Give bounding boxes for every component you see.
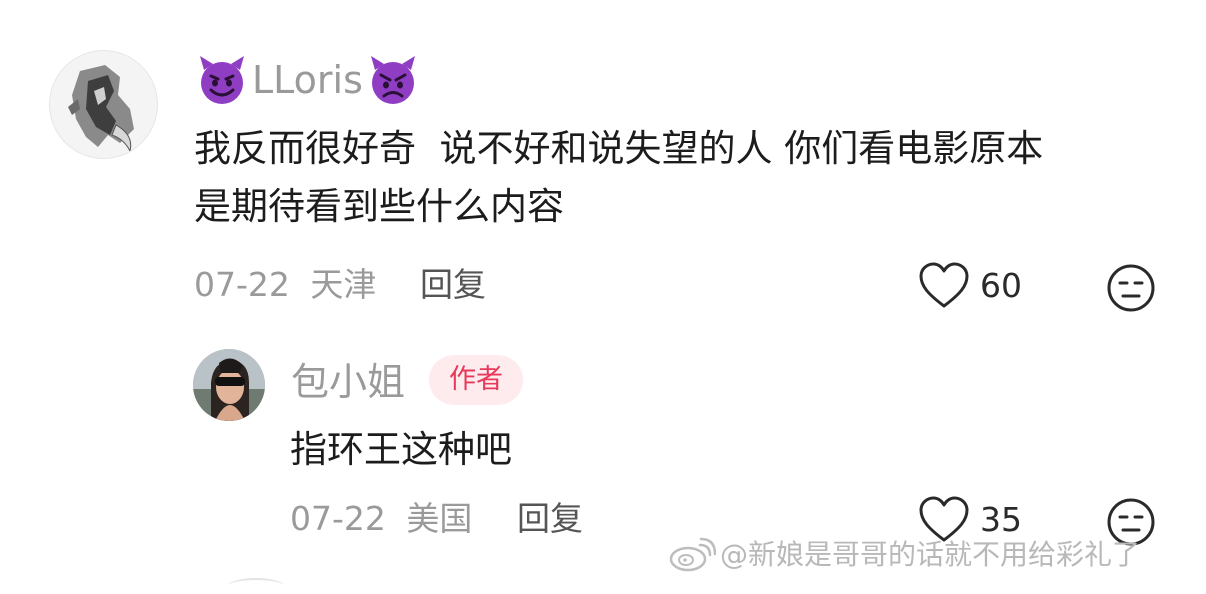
- next-comment-avatar-edge: [228, 578, 284, 594]
- comment-reply-button[interactable]: 回复: [420, 265, 486, 305]
- reply-reply-button[interactable]: 回复: [517, 499, 583, 539]
- comment-text-line-1: 我反而很好奇 说不好和说失望的人 你们看电影原本: [194, 127, 1044, 170]
- smiling-devil-emoji: [200, 56, 244, 104]
- reply-like-count: 35: [980, 500, 1022, 539]
- weibo-logo-icon: [669, 537, 716, 572]
- watermark-text: @新娘是哥哥的话就不用给彩礼了: [720, 538, 1141, 571]
- reply-author-avatar[interactable]: [193, 349, 265, 421]
- watermark: @新娘是哥哥的话就不用给彩礼了: [668, 537, 1140, 573]
- comment-location: 天津: [310, 265, 377, 304]
- comment-date: 07-22: [194, 265, 290, 304]
- commenter-avatar[interactable]: [49, 50, 158, 159]
- reply-username-row[interactable]: 包小姐: [291, 357, 405, 407]
- comment-like-button[interactable]: 60: [918, 262, 1022, 310]
- comment-text-line-2: 是期待看到些什么内容: [194, 185, 564, 228]
- comment-meta: 07-22 天津: [194, 265, 376, 305]
- reply-meta: 07-22 美国: [290, 499, 472, 539]
- commenter-username-row[interactable]: LLoris: [196, 54, 419, 106]
- reply-text: 指环王这种吧: [290, 428, 512, 471]
- reply-username-text: 包小姐: [291, 360, 406, 404]
- reply-date: 07-22: [290, 499, 386, 538]
- reply-location: 美国: [406, 499, 473, 538]
- avatar-photo: [193, 349, 265, 421]
- meh-face-icon: [1107, 264, 1155, 312]
- comment-like-count: 60: [980, 266, 1022, 305]
- commenter-username-text: LLoris: [252, 58, 363, 102]
- heart-outline-icon: [919, 262, 969, 308]
- avatar-illustration: [68, 65, 134, 153]
- comment-dislike-button[interactable]: [1106, 263, 1156, 317]
- comment-text: 我反而很好奇 说不好和说失望的人 你们看电影原本 是期待看到些什么内容: [194, 120, 1174, 236]
- angry-devil-emoji: [370, 56, 415, 104]
- author-badge: 作者: [429, 355, 523, 405]
